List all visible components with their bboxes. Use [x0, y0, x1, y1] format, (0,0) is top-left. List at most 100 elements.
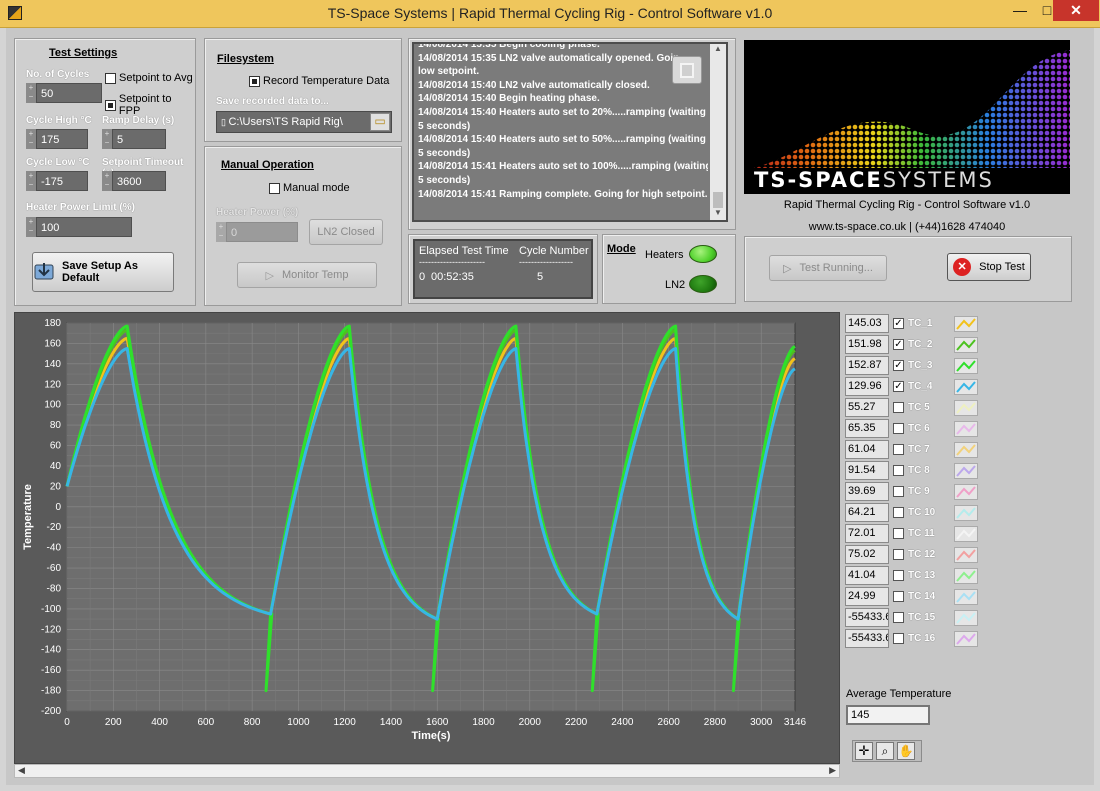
- zoom-icon[interactable]: ⌕: [876, 742, 894, 760]
- tc-value: -55433.6: [845, 629, 889, 648]
- tc-visible-checkbox[interactable]: [893, 444, 904, 455]
- run-controls-panel: ▷ Test Running... ✕ Stop Test: [744, 236, 1072, 302]
- record-temperature-checkbox[interactable]: Record Temperature Data: [249, 75, 389, 87]
- y-tick-label: 80: [50, 420, 62, 431]
- y-tick-label: -40: [47, 543, 62, 554]
- copy-icon: [680, 63, 694, 78]
- tc-plot-style-swatch[interactable]: [954, 567, 978, 584]
- tc-visible-checkbox[interactable]: [893, 528, 904, 539]
- ramp-delay-input[interactable]: + −5: [102, 129, 166, 149]
- stop-test-button[interactable]: ✕ Stop Test: [947, 253, 1031, 281]
- log-line: 14/08/2014 15:35 LN2 valve automatically…: [418, 52, 680, 64]
- save-path-field[interactable]: ▯ C:\Users\TS Rapid Rig\ ▭: [216, 111, 392, 133]
- ln2-led: [689, 275, 717, 293]
- tc-plot-style-swatch[interactable]: [954, 525, 978, 542]
- tc-plot-style-swatch[interactable]: [954, 315, 978, 332]
- cycle-low-input[interactable]: + − -175: [26, 171, 88, 191]
- scroll-up-icon[interactable]: ▲: [710, 44, 726, 56]
- tc-value: -55433.6: [845, 608, 889, 627]
- setpoint-timeout-input[interactable]: + −3600: [102, 171, 166, 191]
- tc-value: 55.27: [845, 398, 889, 417]
- window-title: TS-Space Systems | Rapid Thermal Cycling…: [327, 5, 773, 21]
- y-tick-label: -20: [47, 522, 62, 533]
- temperature-chart: 180160140120100806040200-20-40-60-80-100…: [22, 318, 807, 742]
- heater-limit-input[interactable]: + −100: [26, 217, 132, 237]
- elapsed-days: 0: [419, 271, 426, 283]
- tc-value: 64.21: [845, 503, 889, 522]
- graph-scrollbar[interactable]: ◀ ▶: [14, 764, 840, 778]
- x-tick-label: 3146: [784, 717, 807, 728]
- tc-name: TC_2: [908, 339, 933, 350]
- setpoint-fpp-checkbox[interactable]: Setpoint to FPP: [105, 93, 195, 117]
- pan-hand-icon[interactable]: ✋: [897, 742, 915, 760]
- scroll-left-icon[interactable]: ◀: [18, 765, 25, 776]
- manual-operation-heading: Manual Operation: [221, 159, 314, 171]
- x-axis-label: Time(s): [412, 730, 451, 742]
- tc-plot-style-swatch[interactable]: [954, 357, 978, 374]
- tc-name: TC 8: [908, 465, 930, 476]
- minimize-button[interactable]: —: [1006, 0, 1034, 21]
- tc-visible-checkbox[interactable]: ✓: [893, 360, 904, 371]
- x-tick-label: 2600: [658, 717, 681, 728]
- browse-folder-icon[interactable]: ▭: [370, 113, 390, 131]
- tc-plot-style-swatch[interactable]: [954, 441, 978, 458]
- x-tick-label: 400: [151, 717, 168, 728]
- tc-name: TC 5: [908, 402, 930, 413]
- manual-mode-checkbox[interactable]: Manual mode: [269, 182, 350, 194]
- tc-plot-style-swatch[interactable]: [954, 504, 978, 521]
- x-tick-label: 3000: [750, 717, 773, 728]
- ln2-closed-button: LN2 Closed: [309, 219, 383, 245]
- x-tick-label: 1400: [380, 717, 403, 728]
- average-temperature-value: 145: [846, 705, 930, 725]
- tc-name: TC 15: [908, 612, 936, 623]
- close-button[interactable]: ✕: [1053, 0, 1099, 21]
- tc-row: 39.69 TC 9: [845, 482, 978, 501]
- tc-visible-checkbox[interactable]: [893, 507, 904, 518]
- scroll-down-icon[interactable]: ▼: [710, 208, 726, 220]
- tc-visible-checkbox[interactable]: [893, 402, 904, 413]
- scroll-right-icon[interactable]: ▶: [829, 765, 836, 776]
- tc-plot-style-swatch[interactable]: [954, 462, 978, 479]
- tc-row: 65.35 TC 6: [845, 419, 978, 438]
- tc-value: 91.54: [845, 461, 889, 480]
- save-setup-button[interactable]: Save Setup As Default: [32, 252, 174, 292]
- tc-visible-checkbox[interactable]: [893, 486, 904, 497]
- tc-plot-style-swatch[interactable]: [954, 609, 978, 626]
- no-cycles-input[interactable]: + −50: [26, 83, 102, 103]
- x-tick-label: 1600: [426, 717, 449, 728]
- y-tick-label: -180: [41, 686, 61, 697]
- mode-panel: Mode Heaters LN2: [602, 234, 736, 304]
- tc-name: TC 13: [908, 570, 936, 581]
- tc-visible-checkbox[interactable]: [893, 591, 904, 602]
- setpoint-avg-checkbox[interactable]: Setpoint to Avg: [105, 72, 193, 84]
- tc-visible-checkbox[interactable]: ✓: [893, 381, 904, 392]
- tc-visible-checkbox[interactable]: [893, 633, 904, 644]
- cycle-high-input[interactable]: + −175: [26, 129, 88, 149]
- log-scrollbar[interactable]: ▲ ▼: [710, 44, 726, 220]
- tc-value: 24.99: [845, 587, 889, 606]
- tc-plot-style-swatch[interactable]: [954, 336, 978, 353]
- tc-value: 41.04: [845, 566, 889, 585]
- tc-visible-checkbox[interactable]: [893, 465, 904, 476]
- tc-row: -55433.6 TC 16: [845, 629, 978, 648]
- tc-plot-style-swatch[interactable]: [954, 546, 978, 563]
- tc-visible-checkbox[interactable]: [893, 612, 904, 623]
- tc-plot-style-swatch[interactable]: [954, 420, 978, 437]
- tc-visible-checkbox[interactable]: [893, 423, 904, 434]
- x-tick-label: 0: [64, 717, 70, 728]
- tc-plot-style-swatch[interactable]: [954, 378, 978, 395]
- tc-visible-checkbox[interactable]: [893, 549, 904, 560]
- tc-visible-checkbox[interactable]: ✓: [893, 339, 904, 350]
- tc-plot-style-swatch[interactable]: [954, 588, 978, 605]
- tc-plot-style-swatch[interactable]: [954, 630, 978, 647]
- crosshair-icon[interactable]: ✛: [855, 742, 873, 760]
- log-line: low setpoint.: [418, 66, 480, 78]
- save-icon: [34, 263, 54, 280]
- tc-visible-checkbox[interactable]: [893, 570, 904, 581]
- copy-log-button[interactable]: [672, 56, 702, 84]
- y-tick-label: -200: [41, 706, 61, 717]
- tc-plot-style-swatch[interactable]: [954, 483, 978, 500]
- log-scroll-thumb[interactable]: [713, 192, 723, 208]
- tc-plot-style-swatch[interactable]: [954, 399, 978, 416]
- tc-visible-checkbox[interactable]: ✓: [893, 318, 904, 329]
